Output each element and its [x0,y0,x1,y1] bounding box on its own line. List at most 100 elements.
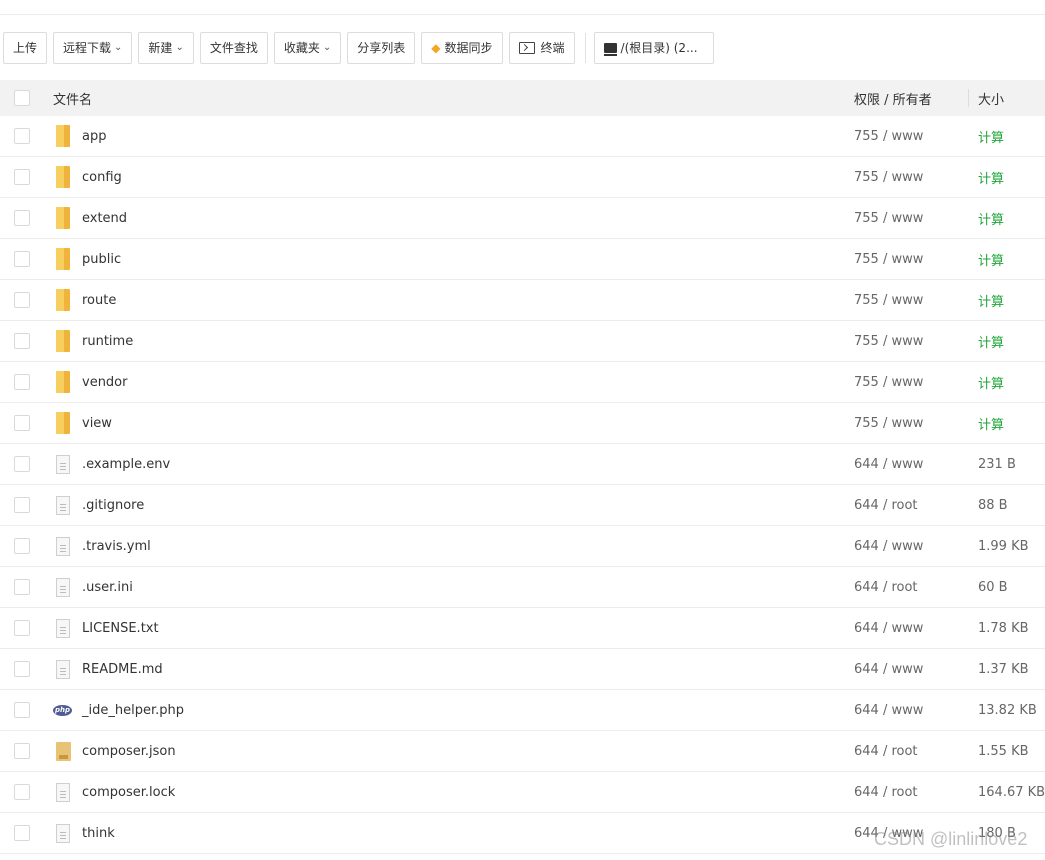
file-name[interactable]: config [82,170,122,185]
file-name-cell[interactable]: config [53,157,122,197]
row-checkbox[interactable] [14,702,30,718]
table-row[interactable]: .example.env 644 / www 231 B [0,444,1045,485]
file-search-button[interactable]: 文件查找 [199,31,268,64]
table-row[interactable]: config 755 / www 计算 [0,157,1045,198]
terminal-button[interactable]: 终端 [508,31,575,64]
file-name-cell[interactable]: README.md [53,649,163,689]
file-name-cell[interactable]: .travis.yml [53,526,151,566]
file-name-cell[interactable]: public [53,239,121,279]
permission-cell[interactable]: 644 / www [854,444,923,484]
file-name-cell[interactable]: .example.env [53,444,170,484]
file-name[interactable]: .gitignore [82,498,144,513]
file-name[interactable]: .user.ini [82,580,133,595]
file-name[interactable]: extend [82,211,127,226]
permission-cell[interactable]: 755 / www [854,403,923,443]
row-checkbox[interactable] [14,743,30,759]
table-row[interactable]: runtime 755 / www 计算 [0,321,1045,362]
file-name[interactable]: public [82,252,121,267]
file-name[interactable]: view [82,416,112,431]
file-name-cell[interactable]: php _ide_helper.php [53,690,184,730]
row-checkbox[interactable] [14,374,30,390]
calculate-size-link[interactable]: 计算 [978,362,1004,402]
file-name[interactable]: LICENSE.txt [82,621,159,636]
column-permission-header[interactable]: 权限 / 所有者 [854,80,932,116]
row-checkbox[interactable] [14,538,30,554]
permission-cell[interactable]: 644 / www [854,690,923,730]
calculate-size-link[interactable]: 计算 [978,239,1004,279]
row-checkbox[interactable] [14,251,30,267]
permission-cell[interactable]: 644 / www [854,649,923,689]
file-name-cell[interactable]: route [53,280,116,320]
file-name-cell[interactable]: think [53,813,115,853]
file-name-cell[interactable]: extend [53,198,127,238]
calculate-size-link[interactable]: 计算 [978,403,1004,443]
permission-cell[interactable]: 755 / www [854,198,923,238]
permission-cell[interactable]: 644 / root [854,485,918,525]
permission-cell[interactable]: 755 / www [854,321,923,361]
calculate-size-link[interactable]: 计算 [978,321,1004,361]
file-name-cell[interactable]: vendor [53,362,127,402]
file-name[interactable]: _ide_helper.php [82,703,184,718]
table-row[interactable]: public 755 / www 计算 [0,239,1045,280]
table-row[interactable]: LICENSE.txt 644 / www 1.78 KB [0,608,1045,649]
row-checkbox[interactable] [14,825,30,841]
table-row[interactable]: .gitignore 644 / root 88 B [0,485,1045,526]
calculate-size-link[interactable]: 计算 [978,116,1004,156]
file-name[interactable]: .travis.yml [82,539,151,554]
row-checkbox[interactable] [14,333,30,349]
row-checkbox[interactable] [14,169,30,185]
permission-cell[interactable]: 755 / www [854,157,923,197]
file-name-cell[interactable]: composer.json [53,731,176,771]
file-name[interactable]: route [82,293,116,308]
row-checkbox[interactable] [14,661,30,677]
file-name[interactable]: think [82,826,115,841]
favorites-button[interactable]: 收藏夹 ⌄ [273,31,342,64]
calculate-size-link[interactable]: 计算 [978,157,1004,197]
permission-cell[interactable]: 644 / root [854,567,918,607]
file-name-cell[interactable]: runtime [53,321,133,361]
row-checkbox[interactable] [14,456,30,472]
permission-cell[interactable]: 755 / www [854,239,923,279]
table-row[interactable]: view 755 / www 计算 [0,403,1045,444]
table-row[interactable]: php _ide_helper.php 644 / www 13.82 KB [0,690,1045,731]
file-name[interactable]: vendor [82,375,127,390]
file-name-cell[interactable]: app [53,116,106,156]
row-checkbox[interactable] [14,128,30,144]
table-row[interactable]: .travis.yml 644 / www 1.99 KB [0,526,1045,567]
row-checkbox[interactable] [14,620,30,636]
calculate-size-link[interactable]: 计算 [978,198,1004,238]
column-size-header[interactable]: 大小 [978,80,1004,116]
row-checkbox[interactable] [14,579,30,595]
calculate-size-link[interactable]: 计算 [978,280,1004,320]
permission-cell[interactable]: 644 / root [854,772,918,812]
table-row[interactable]: composer.json 644 / root 1.55 KB [0,731,1045,772]
row-checkbox[interactable] [14,497,30,513]
data-sync-button[interactable]: ◆ 数据同步 [421,31,503,64]
file-name[interactable]: app [82,129,106,144]
file-name-cell[interactable]: .user.ini [53,567,133,607]
column-name-header[interactable]: 文件名 [53,80,92,116]
table-row[interactable]: app 755 / www 计算 [0,116,1045,157]
file-name[interactable]: runtime [82,334,133,349]
permission-cell[interactable]: 755 / www [854,280,923,320]
table-row[interactable]: composer.lock 644 / root 164.67 KB [0,772,1045,813]
file-name-cell[interactable]: LICENSE.txt [53,608,159,648]
disk-root-button[interactable]: /(根目录) (2... [593,31,714,64]
permission-cell[interactable]: 755 / www [854,116,923,156]
file-name-cell[interactable]: .gitignore [53,485,144,525]
row-checkbox[interactable] [14,292,30,308]
row-checkbox[interactable] [14,784,30,800]
file-name[interactable]: .example.env [82,457,170,472]
upload-button[interactable]: 上传 [3,31,48,64]
permission-cell[interactable]: 644 / www [854,526,923,566]
new-button[interactable]: 新建 ⌄ [138,31,194,64]
remote-download-button[interactable]: 远程下载 ⌄ [53,31,133,64]
permission-cell[interactable]: 644 / www [854,608,923,648]
permission-cell[interactable]: 644 / root [854,731,918,771]
row-checkbox[interactable] [14,415,30,431]
share-list-button[interactable]: 分享列表 [347,31,416,64]
file-name[interactable]: composer.lock [82,785,175,800]
table-row[interactable]: .user.ini 644 / root 60 B [0,567,1045,608]
row-checkbox[interactable] [14,210,30,226]
select-all-checkbox[interactable] [14,90,30,106]
